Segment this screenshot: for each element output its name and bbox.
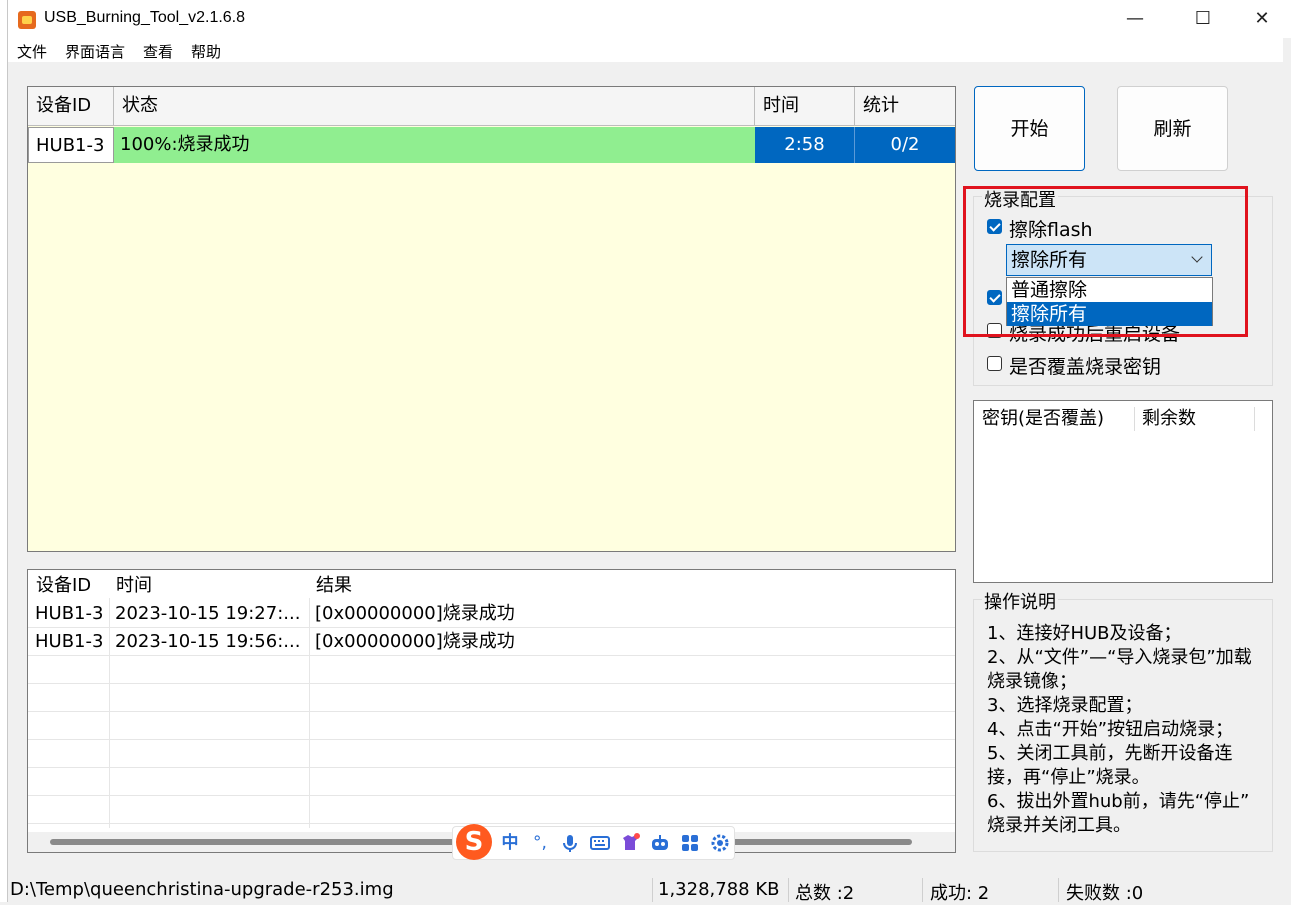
table-row: [28, 740, 955, 768]
menu-view[interactable]: 查看: [143, 41, 173, 62]
window-title: USB_Burning_Tool_v2.1.6.8: [44, 9, 246, 26]
col-header-time[interactable]: 时间: [108, 572, 152, 600]
help-line: 烧录镜像；: [987, 671, 1077, 692]
status-cell: 100%:烧录成功: [114, 127, 755, 163]
table-row: [28, 796, 955, 824]
ime-punct-toggle[interactable]: °,: [529, 832, 551, 854]
status-failed: 失败数 :0: [1066, 883, 1144, 904]
keyboard-icon[interactable]: [589, 832, 611, 854]
help-line: 6、拔出外置hub前，请先“停止”: [987, 791, 1250, 812]
time-cell: 2:58: [755, 127, 855, 163]
ime-logo-icon[interactable]: S: [456, 824, 492, 860]
col-header-key[interactable]: 密钥(是否覆盖): [982, 405, 1104, 433]
table-row[interactable]: HUB1-3 2023-10-15 19:56:... [0x00000000]…: [28, 628, 955, 656]
highlight-box: [963, 186, 1248, 337]
background-window-edge: [0, 0, 8, 902]
col-header-device-id[interactable]: 设备ID: [28, 572, 91, 600]
help-line: 5、关闭工具前，先断开设备连: [987, 743, 1233, 764]
help-line: 1、连接好HUB及设备；: [987, 623, 1182, 644]
table-row: [28, 656, 955, 684]
minimize-button[interactable]: —: [1112, 0, 1158, 38]
refresh-button[interactable]: 刷新: [1117, 86, 1228, 171]
table-row: [28, 712, 955, 740]
status-file-size: 1,328,788 KB: [658, 879, 780, 900]
status-total: 总数 :2: [795, 883, 855, 904]
help-line: 烧录并关闭工具。: [987, 815, 1131, 836]
maximize-button[interactable]: ☐: [1180, 0, 1226, 38]
stats-cell: 0/2: [855, 127, 955, 163]
key-list[interactable]: 密钥(是否覆盖) 剩余数: [973, 400, 1273, 583]
overwrite-key-checkbox[interactable]: [987, 356, 1002, 371]
column-divider: [1254, 407, 1255, 431]
status-divider: [788, 878, 789, 902]
app-icon: [18, 11, 36, 29]
log-device-id: HUB1-3: [35, 631, 104, 652]
col-header-result[interactable]: 结果: [308, 572, 352, 600]
status-divider: [652, 878, 653, 902]
device-table-header: 设备ID 状态 时间 统计: [28, 87, 955, 126]
log-result: [0x00000000]烧录成功: [315, 631, 515, 652]
col-header-stats[interactable]: 统计: [855, 87, 955, 126]
device-table[interactable]: 设备ID 状态 时间 统计 HUB1-3 100%:烧录成功 2:58 0/2: [27, 86, 956, 552]
column-divider: [1134, 407, 1135, 431]
skin-icon[interactable]: [619, 832, 641, 854]
help-line: 接，再“停止”烧录。: [987, 767, 1150, 788]
help-line: 3、选择烧录配置；: [987, 695, 1143, 716]
device-id-cell: HUB1-3: [28, 127, 114, 163]
table-row[interactable]: HUB1-3 2023-10-15 19:27:... [0x00000000]…: [28, 600, 955, 628]
table-row: [28, 768, 955, 796]
robot-icon[interactable]: [649, 832, 671, 854]
status-divider: [1058, 878, 1059, 902]
overwrite-key-label[interactable]: 是否覆盖烧录密钥: [1009, 352, 1161, 379]
menu-file[interactable]: 文件: [17, 41, 47, 62]
status-file-path: D:\Temp\queenchristina-upgrade-r253.img: [10, 879, 394, 900]
table-row: [28, 684, 955, 712]
close-button[interactable]: ✕: [1239, 0, 1285, 38]
settings-icon[interactable]: [709, 832, 731, 854]
log-time: 2023-10-15 19:56:...: [115, 631, 301, 652]
help-title: 操作说明: [982, 588, 1058, 614]
status-success: 成功: 2: [930, 883, 990, 904]
ime-mode-toggle[interactable]: 中: [499, 832, 521, 854]
help-line: 4、点击“开始”按钮启动烧录；: [987, 719, 1234, 740]
mic-icon[interactable]: [559, 832, 581, 854]
col-header-remaining[interactable]: 剩余数: [1142, 405, 1196, 433]
table-row[interactable]: HUB1-3 100%:烧录成功 2:58 0/2: [28, 127, 955, 163]
status-divider: [922, 878, 923, 902]
col-header-status[interactable]: 状态: [114, 87, 755, 126]
menu-help[interactable]: 帮助: [191, 41, 221, 62]
log-time: 2023-10-15 19:27:...: [115, 603, 301, 624]
start-button[interactable]: 开始: [974, 86, 1085, 171]
log-result: [0x00000000]烧录成功: [315, 603, 515, 624]
log-device-id: HUB1-3: [35, 603, 104, 624]
col-header-time[interactable]: 时间: [755, 87, 855, 126]
col-header-device-id[interactable]: 设备ID: [28, 87, 114, 126]
help-line: 2、从“文件”—“导入烧录包”加载: [987, 647, 1252, 668]
log-table[interactable]: 设备ID 时间 结果 HUB1-3 2023-10-15 19:27:... […: [27, 569, 956, 853]
menu-language[interactable]: 界面语言: [65, 41, 125, 62]
apps-icon[interactable]: [679, 832, 701, 854]
